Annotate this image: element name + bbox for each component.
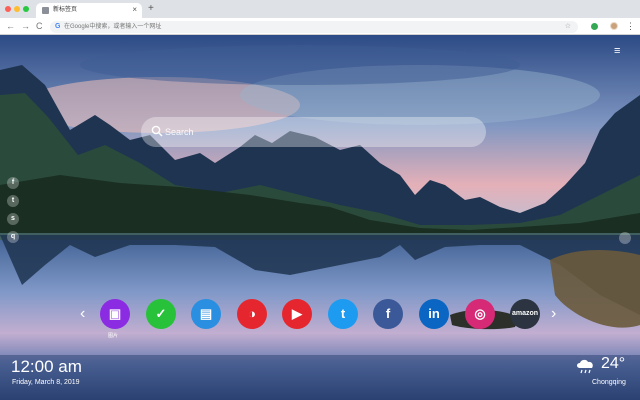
browser-toolbar: ← → C G 在Google中搜索，或者输入一个网址 ☆ ⋮ (0, 18, 640, 35)
shortcut-instagram[interactable]: ◎ (465, 299, 495, 329)
date: Friday, March 8, 2019 (12, 379, 80, 386)
shortcut-twitter[interactable]: t (328, 299, 358, 329)
back-button[interactable]: ← (6, 20, 15, 32)
shortcut-youtube[interactable]: ▶ (282, 299, 312, 329)
maximize-window-icon[interactable] (23, 6, 29, 12)
new-tab-button[interactable]: + (148, 3, 154, 15)
cloud-rain-icon (577, 359, 593, 374)
close-window-icon[interactable] (5, 6, 11, 12)
search-icon (151, 125, 163, 137)
new-tab-page: ≡ f t s q ‹ › ▣ ✓ ▤ ◑ ▶ t f in ◎ amazon … (0, 35, 640, 400)
extension-icon[interactable] (591, 23, 598, 30)
shortcuts-prev-arrow[interactable]: ‹ (80, 305, 85, 323)
tab-title: 新标签页 (53, 7, 78, 13)
search-engine-icon[interactable]: q (7, 231, 19, 243)
facebook-icon[interactable]: f (7, 177, 19, 189)
google-icon: G (55, 23, 61, 30)
user-icon[interactable] (619, 232, 631, 244)
shortcut-chrome-game[interactable]: ◑ (237, 299, 267, 329)
snapchat-icon[interactable]: s (7, 213, 19, 225)
profile-avatar[interactable] (610, 22, 618, 30)
search-input[interactable] (165, 124, 465, 140)
address-bar-placeholder: 在Google中搜索，或者输入一个网址 (64, 24, 162, 30)
browser-menu-icon[interactable]: ⋮ (626, 20, 635, 32)
bookmark-star-icon[interactable]: ☆ (565, 22, 571, 31)
tab-close-icon[interactable]: × (132, 5, 137, 15)
minimize-window-icon[interactable] (14, 6, 20, 12)
temperature: 24° (601, 355, 626, 372)
shortcut-news[interactable]: ▤ (191, 299, 221, 329)
shortcut-facebook[interactable]: f (373, 299, 403, 329)
landscape-wallpaper (0, 35, 640, 400)
tab-new-tab[interactable]: 新标签页 × (36, 3, 142, 18)
shortcut-linkedin[interactable]: in (419, 299, 449, 329)
twitter-icon[interactable]: t (7, 195, 19, 207)
shortcuts-next-arrow[interactable]: › (551, 305, 556, 323)
shortcut-checklist[interactable]: ✓ (146, 299, 176, 329)
city-name: Chongqing (592, 379, 626, 386)
hamburger-menu-icon[interactable]: ≡ (614, 46, 624, 57)
clock: 12:00 am (11, 357, 82, 376)
forward-button[interactable]: → (21, 20, 30, 32)
tab-favicon-icon (42, 7, 49, 14)
reload-button[interactable]: C (36, 20, 43, 32)
search-box[interactable] (141, 117, 486, 147)
shortcut-label: 图片 (108, 333, 119, 339)
shortcut-amazon[interactable]: amazon (510, 299, 540, 329)
address-bar[interactable]: G 在Google中搜索，或者输入一个网址 ☆ (50, 21, 578, 33)
tab-strip: 新标签页 × + (0, 0, 640, 18)
shortcut-gallery[interactable]: ▣ (100, 299, 130, 329)
